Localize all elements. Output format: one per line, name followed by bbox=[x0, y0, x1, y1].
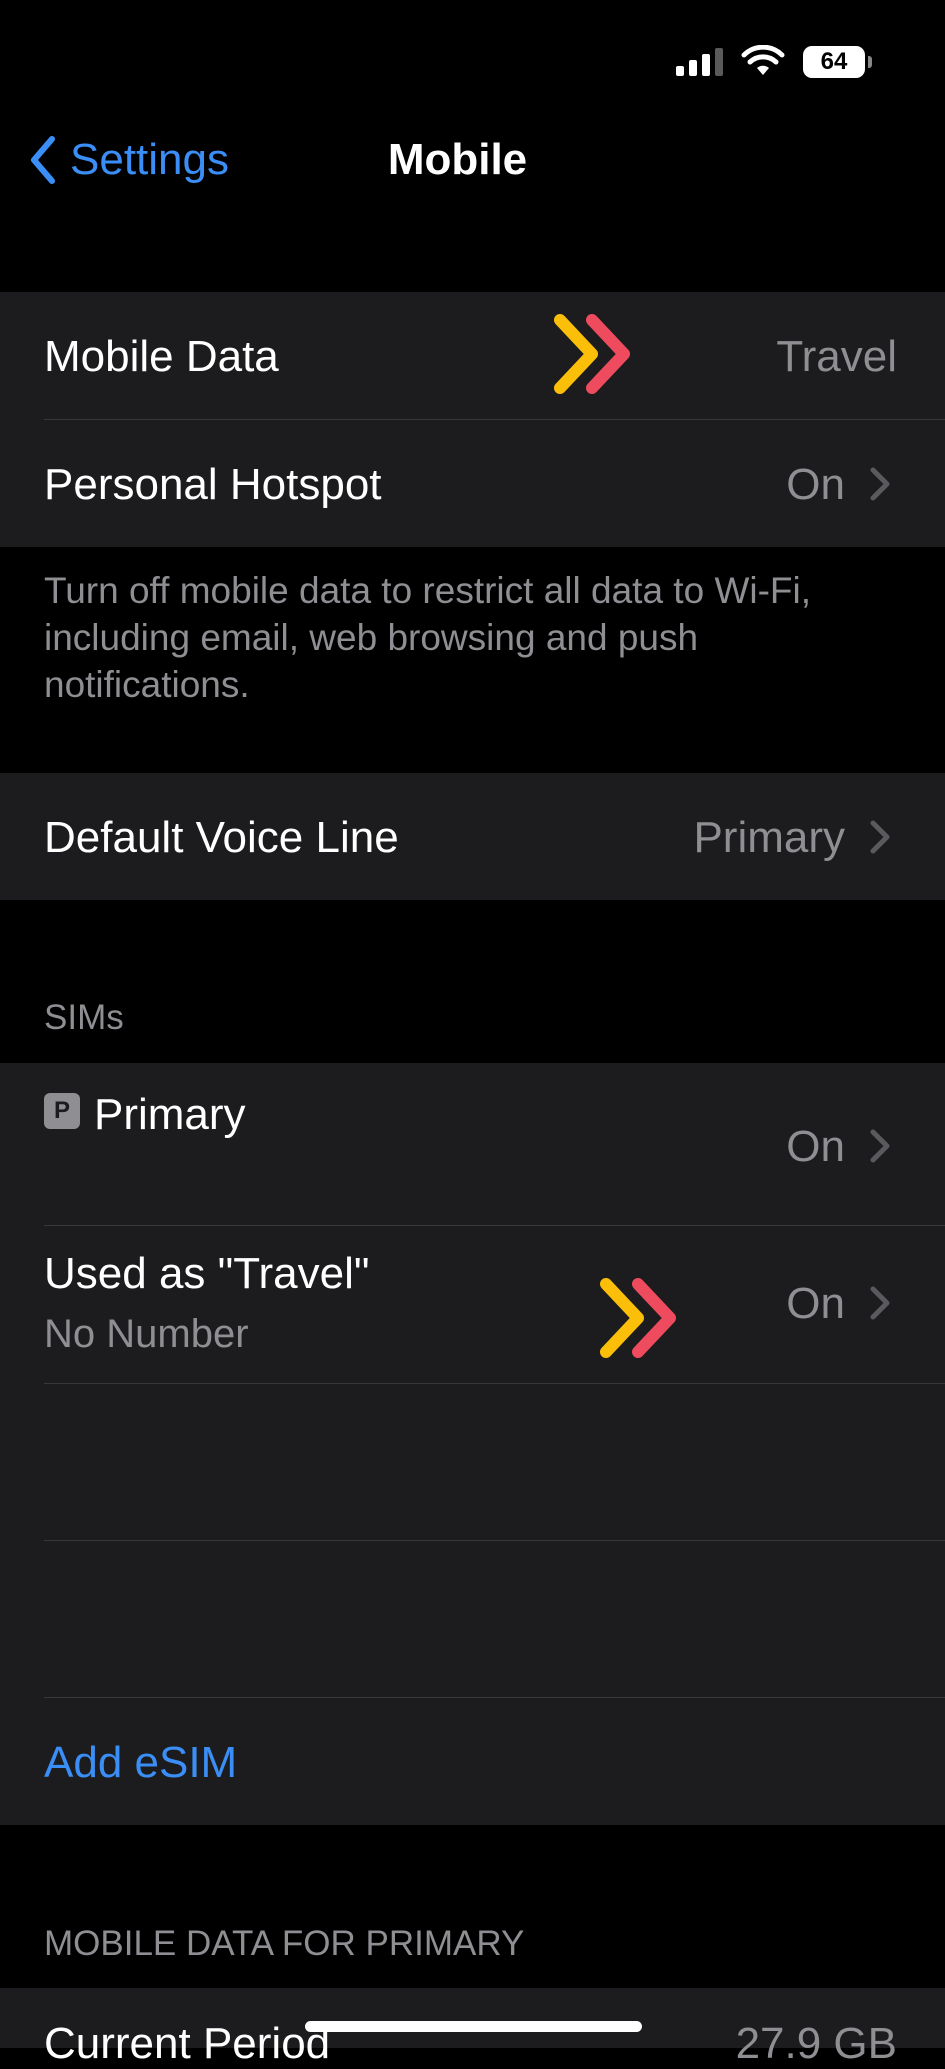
double-chevron-annotation-icon bbox=[600, 1278, 676, 1358]
sim-travel-sublabel: No Number bbox=[44, 1312, 249, 1356]
chevron-right-icon bbox=[870, 1129, 890, 1163]
mobile-data-footer: Turn off mobile data to restrict all dat… bbox=[44, 570, 812, 705]
current-period-row: Current Period 27.9 GB bbox=[0, 1988, 945, 2068]
mobile-data-label: Mobile Data bbox=[44, 332, 279, 381]
empty-row bbox=[0, 1384, 945, 1540]
wifi-icon bbox=[741, 45, 785, 75]
status-bar: 64 bbox=[676, 40, 872, 84]
double-chevron-annotation-icon bbox=[554, 314, 630, 394]
empty-row bbox=[0, 1541, 945, 1697]
chevron-right-icon bbox=[870, 1286, 890, 1320]
sim-travel-value: On bbox=[786, 1279, 845, 1328]
home-indicator[interactable] bbox=[305, 2021, 642, 2032]
personal-hotspot-value: On bbox=[786, 460, 845, 509]
chevron-right-icon bbox=[870, 820, 890, 854]
sim-travel-label: Used as "Travel" bbox=[44, 1249, 370, 1298]
page-title: Mobile bbox=[387, 135, 528, 184]
personal-hotspot-row[interactable]: Personal Hotspot On bbox=[0, 420, 945, 547]
mobile-data-primary-header: MOBILE DATA FOR PRIMARY bbox=[44, 1924, 525, 1963]
add-esim-button[interactable]: Add eSIM bbox=[44, 1738, 237, 1788]
default-voice-line-value: Primary bbox=[693, 813, 845, 862]
chevron-right-icon bbox=[870, 467, 890, 501]
default-voice-line-row[interactable]: Default Voice Line Primary bbox=[0, 773, 945, 900]
personal-hotspot-label: Personal Hotspot bbox=[44, 460, 382, 509]
sims-group: P Primary On Used as "Travel" No Number … bbox=[0, 1063, 945, 1825]
mobile-data-row[interactable]: Mobile Data Travel bbox=[0, 292, 945, 419]
current-period-value: 27.9 GB bbox=[735, 2019, 897, 2068]
sims-section-header: SIMs bbox=[44, 998, 124, 1037]
data-settings-group: Mobile Data Travel Personal Hotspot On bbox=[0, 292, 945, 547]
sim-badge-icon: P bbox=[44, 1093, 80, 1129]
battery-level: 64 bbox=[820, 48, 848, 75]
default-voice-line-label: Default Voice Line bbox=[44, 813, 399, 862]
current-period-label: Current Period bbox=[44, 2019, 331, 2068]
sim-primary-label: Primary bbox=[94, 1090, 246, 1139]
battery-icon: 64 bbox=[803, 46, 872, 78]
sim-primary-row[interactable]: P Primary On bbox=[0, 1063, 945, 1225]
cellular-signal-icon bbox=[676, 48, 723, 76]
mobile-data-value: Travel bbox=[776, 332, 897, 381]
add-esim-row[interactable]: Add eSIM bbox=[0, 1698, 945, 1825]
voice-line-group: Default Voice Line Primary bbox=[0, 773, 945, 900]
usage-group: Current Period 27.9 GB bbox=[0, 1988, 945, 2068]
sim-primary-value: On bbox=[786, 1122, 845, 1171]
